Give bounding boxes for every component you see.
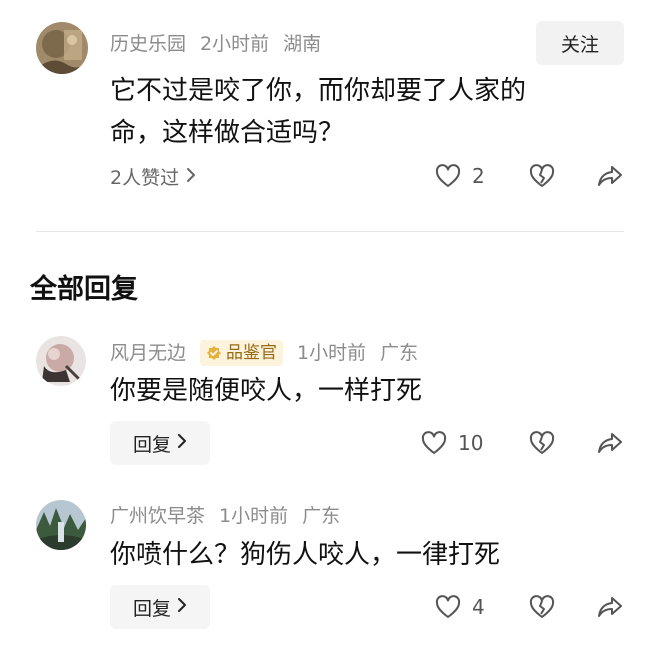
- reply-1-reply-label: 回复: [132, 433, 171, 456]
- all-replies-title: 全部回复: [30, 274, 138, 305]
- reply-2-reply-button[interactable]: 回复: [110, 585, 210, 629]
- reply-1-badge-label: 品鉴官: [226, 343, 278, 363]
- chevron-right-icon: [177, 596, 187, 618]
- comment-meta: 历史乐园 2小时前 湖南: [110, 32, 335, 56]
- reply-2-time: 1小时前: [219, 505, 289, 527]
- reply-1-like-button[interactable]: 10: [420, 429, 483, 457]
- reply-1-dislike-button[interactable]: [528, 429, 556, 457]
- broken-heart-icon: [528, 593, 556, 621]
- avatar-main-comment[interactable]: [36, 22, 88, 74]
- reply-2-text: 你喷什么？狗伤人咬人，一律打死: [110, 540, 501, 570]
- heart-outline-icon: [434, 162, 462, 190]
- chevron-right-icon: [185, 166, 197, 190]
- share-arrow-icon: [596, 162, 624, 190]
- reply-1-time: 1小时前: [297, 341, 367, 364]
- comment-like-count: 2: [472, 164, 485, 188]
- reply-2-dislike-button[interactable]: [528, 593, 556, 621]
- comment-time: 2小时前: [200, 33, 270, 55]
- comment-like-button[interactable]: 2: [434, 162, 485, 190]
- comment-text-line-2: 命，这样做合适吗？: [110, 118, 345, 148]
- divider: [36, 231, 624, 232]
- comment-dislike-button[interactable]: [528, 162, 556, 190]
- reply-1-reply-button[interactable]: 回复: [110, 421, 210, 465]
- comment-username[interactable]: 历史乐园: [110, 33, 186, 55]
- reply-1-like-count: 10: [458, 431, 484, 455]
- reply-1-share-button[interactable]: [596, 429, 624, 457]
- reply-2-like-button[interactable]: 4: [434, 593, 485, 621]
- comment-text-line-1: 它不过是咬了你，而你却要了人家的: [110, 76, 527, 106]
- reply-2-share-button[interactable]: [596, 593, 624, 621]
- reply-1-location: 广东: [380, 341, 419, 364]
- likers-label: 2人赞过: [110, 167, 180, 189]
- reply-2-location: 广东: [302, 505, 341, 527]
- reply-1-meta: 风月无边 品鉴官 1小时前 广东: [110, 340, 432, 366]
- reply-1-username[interactable]: 风月无边: [110, 342, 186, 364]
- avatar-reply-1[interactable]: [36, 336, 86, 386]
- share-arrow-icon: [596, 593, 624, 621]
- share-arrow-icon: [596, 429, 624, 457]
- broken-heart-icon: [528, 429, 556, 457]
- broken-heart-icon: [528, 162, 556, 190]
- reply-2-like-count: 4: [472, 595, 485, 619]
- reply-2-meta: 广州饮早茶 1小时前 广东: [110, 504, 354, 528]
- avatar-reply-2[interactable]: [36, 500, 86, 550]
- heart-outline-icon: [434, 593, 462, 621]
- follow-button[interactable]: 关注: [536, 21, 624, 65]
- chevron-right-icon: [177, 432, 187, 454]
- verified-check-icon: [207, 346, 222, 360]
- reply-1-badge: 品鉴官: [200, 340, 284, 366]
- reply-2-reply-label: 回复: [132, 597, 171, 620]
- comment-share-button[interactable]: [596, 162, 624, 190]
- reply-1-text: 你要是随便咬人，一样打死: [110, 376, 423, 406]
- heart-outline-icon: [420, 429, 448, 457]
- comment-text: 它不过是咬了你，而你却要了人家的 命，这样做合适吗？: [110, 70, 526, 154]
- likers-link[interactable]: 2人赞过: [110, 166, 197, 190]
- reply-2-username[interactable]: 广州饮早茶: [110, 505, 205, 527]
- comment-location: 湖南: [283, 33, 322, 55]
